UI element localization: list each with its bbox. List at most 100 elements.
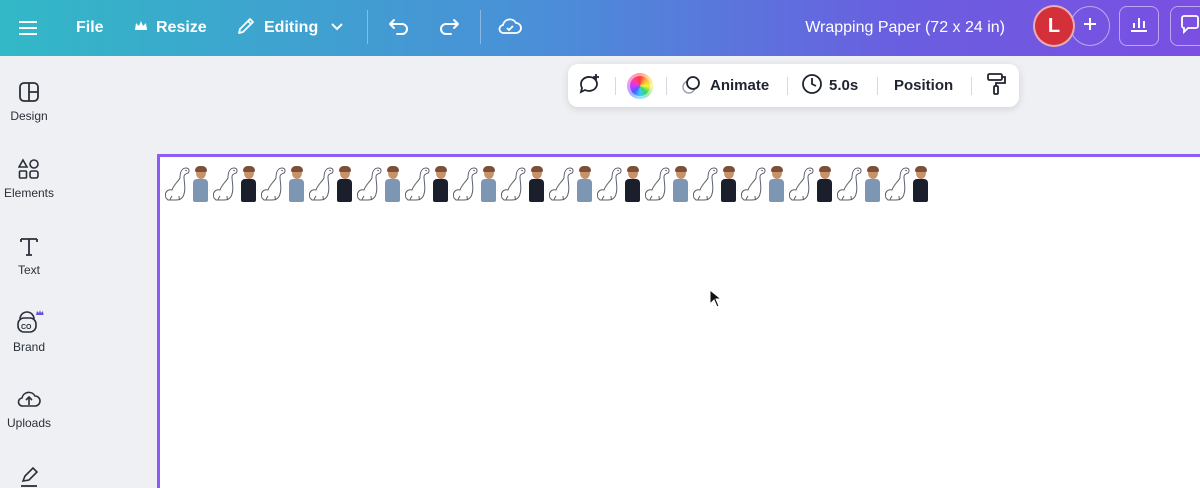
color-wheel-icon — [627, 72, 653, 99]
animate-icon — [680, 73, 704, 99]
dinosaur-graphic[interactable] — [786, 162, 816, 202]
position-button[interactable]: Position — [894, 64, 953, 107]
dinosaur-graphic[interactable] — [594, 162, 624, 202]
dinosaur-graphic[interactable] — [690, 162, 720, 202]
animate-label: Animate — [710, 77, 770, 94]
top-bar: File Resize Editing Wrapping Paper (72 x… — [0, 0, 1200, 56]
clock-icon — [801, 73, 823, 99]
animate-button[interactable]: Animate — [680, 64, 769, 107]
draw-icon — [18, 466, 40, 488]
child-photo[interactable] — [817, 166, 832, 202]
child-photo[interactable] — [337, 166, 352, 202]
divider — [666, 77, 667, 95]
redo-button[interactable] — [437, 0, 461, 56]
uploads-icon — [17, 388, 41, 410]
child-photo[interactable] — [865, 166, 880, 202]
sidebar-item-label: Elements — [3, 186, 55, 200]
sidebar-item-elements[interactable]: Elements — [0, 158, 58, 200]
divider — [367, 10, 368, 44]
divider — [480, 10, 481, 44]
child-photo[interactable] — [673, 166, 688, 202]
dinosaur-graphic[interactable] — [738, 162, 768, 202]
resize-button[interactable]: Resize — [134, 0, 207, 56]
plus-icon — [1082, 16, 1098, 37]
sidebar-item-uploads[interactable]: Uploads — [0, 388, 58, 430]
child-photo[interactable] — [721, 166, 736, 202]
menu-icon[interactable] — [18, 0, 40, 56]
child-photo[interactable] — [289, 166, 304, 202]
duration-label: 5.0s — [829, 77, 859, 94]
design-icon — [18, 81, 40, 103]
crown-icon — [134, 19, 148, 37]
sidebar-item-label: Text — [17, 263, 40, 277]
undo-button[interactable] — [387, 0, 411, 56]
sidebar-item-label: Design — [10, 109, 48, 123]
color-picker-button[interactable] — [627, 64, 653, 107]
file-label: File — [76, 19, 104, 36]
sidebar: Design Elements Text CO Brand Uploads — [0, 56, 58, 488]
child-photo[interactable] — [193, 166, 208, 202]
comment-plus-icon — [578, 73, 602, 99]
divider — [615, 77, 616, 95]
sidebar-item-draw[interactable] — [0, 466, 58, 488]
paint-roller-icon — [985, 72, 1007, 100]
file-menu-button[interactable]: File — [76, 0, 104, 56]
child-photo[interactable] — [625, 166, 640, 202]
sidebar-item-text[interactable]: Text — [0, 235, 58, 277]
comments-button[interactable] — [1170, 6, 1200, 46]
child-photo[interactable] — [769, 166, 784, 202]
comment-icon — [1179, 14, 1200, 39]
wrapping-paper-pattern[interactable] — [162, 160, 930, 202]
dinosaur-graphic[interactable] — [210, 162, 240, 202]
child-photo[interactable] — [385, 166, 400, 202]
editing-label: Editing — [264, 19, 319, 36]
insights-button[interactable] — [1119, 6, 1159, 46]
cloud-check-icon — [497, 16, 523, 41]
child-photo[interactable] — [481, 166, 496, 202]
document-title[interactable]: Wrapping Paper (72 x 24 in) — [805, 0, 1005, 56]
redo-icon — [437, 16, 461, 41]
avatar-initial: L — [1047, 14, 1061, 37]
child-photo[interactable] — [241, 166, 256, 202]
child-photo[interactable] — [529, 166, 544, 202]
dinosaur-graphic[interactable] — [162, 162, 192, 202]
child-photo[interactable] — [433, 166, 448, 202]
sidebar-item-design[interactable]: Design — [0, 81, 58, 123]
position-label: Position — [894, 77, 954, 94]
sidebar-item-brand[interactable]: CO Brand — [0, 310, 58, 354]
dinosaur-graphic[interactable] — [642, 162, 672, 202]
elements-icon — [18, 158, 40, 180]
dinosaur-graphic[interactable] — [306, 162, 336, 202]
divider — [971, 77, 972, 95]
resize-label: Resize — [156, 19, 207, 36]
undo-icon — [387, 16, 411, 41]
duration-button[interactable]: 5.0s — [801, 64, 858, 107]
add-collaborator-button[interactable] — [1070, 6, 1110, 46]
element-toolbar: Animate 5.0s Position — [568, 64, 1019, 107]
design-canvas[interactable] — [157, 154, 1200, 488]
dinosaur-graphic[interactable] — [546, 162, 576, 202]
dinosaur-graphic[interactable] — [498, 162, 528, 202]
divider — [787, 77, 788, 95]
bar-chart-icon — [1129, 14, 1149, 39]
sidebar-item-label: Uploads — [6, 416, 52, 430]
child-photo[interactable] — [913, 166, 928, 202]
dinosaur-graphic[interactable] — [450, 162, 480, 202]
avatar[interactable]: L — [1033, 5, 1075, 47]
svg-text:CO: CO — [21, 324, 32, 331]
editing-mode-dropdown[interactable]: Editing — [236, 0, 344, 56]
divider — [877, 77, 878, 95]
sidebar-item-label: Brand — [12, 340, 46, 354]
cloud-save-button[interactable] — [497, 0, 523, 56]
copy-style-button[interactable] — [985, 64, 1007, 107]
document-title-text: Wrapping Paper (72 x 24 in) — [805, 19, 1005, 36]
text-icon — [18, 235, 40, 257]
dinosaur-graphic[interactable] — [354, 162, 384, 202]
child-photo[interactable] — [577, 166, 592, 202]
comment-add-button[interactable] — [578, 64, 602, 107]
dinosaur-graphic[interactable] — [882, 162, 912, 202]
brand-icon: CO — [14, 310, 44, 334]
dinosaur-graphic[interactable] — [402, 162, 432, 202]
dinosaur-graphic[interactable] — [834, 162, 864, 202]
dinosaur-graphic[interactable] — [258, 162, 288, 202]
